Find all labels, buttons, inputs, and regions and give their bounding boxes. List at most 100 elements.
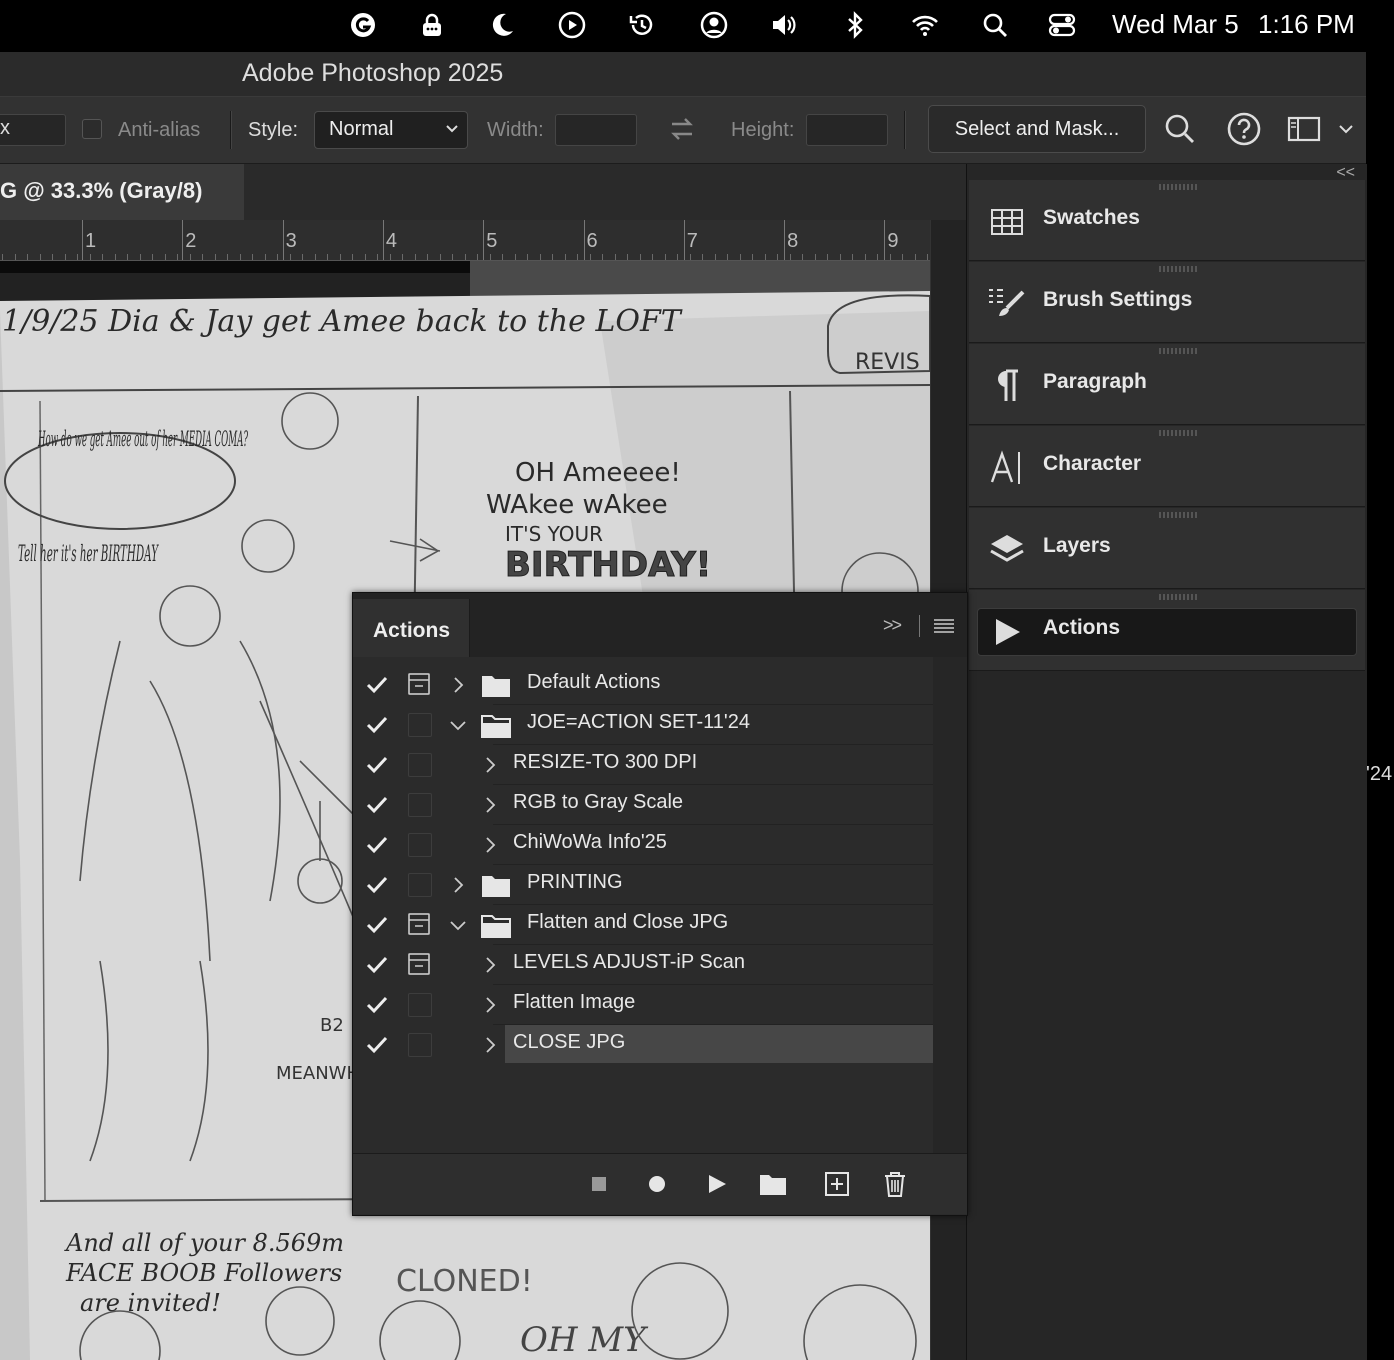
dialog-toggle-empty[interactable] [408,1033,432,1057]
action-row[interactable]: ChiWoWa Info'25 [353,825,933,865]
search-icon[interactable] [978,8,1012,42]
chevron-down-icon[interactable] [1328,109,1364,149]
volume-icon[interactable] [767,8,801,42]
checkmark-icon[interactable] [365,913,389,937]
expand-panel-button[interactable]: >> [883,615,902,636]
chevron-down-icon[interactable] [447,914,469,936]
grip-handle[interactable] [1159,348,1199,354]
dialog-toggle-icon[interactable] [408,953,430,975]
dock-item-actions[interactable]: Actions [969,590,1365,671]
help-icon[interactable] [1224,109,1264,149]
stop-icon[interactable] [579,1164,619,1204]
wifi-icon[interactable] [908,8,942,42]
checkmark-icon[interactable] [365,953,389,977]
actions-scrollbar[interactable] [933,657,967,1153]
chevron-right-icon[interactable] [479,834,501,856]
ruler-minor-tick [14,254,16,260]
action-row[interactable]: Flatten Image [353,985,933,1025]
dialog-toggle-empty[interactable] [408,753,432,777]
document-tab[interactable]: G @ 33.3% (Gray/8) [0,164,244,220]
antialias-checkbox[interactable] [82,119,102,139]
ruler-minor-tick [52,254,53,260]
panel-menu-icon[interactable] [933,619,955,633]
grip-handle[interactable] [1159,512,1199,518]
select-and-mask-button[interactable]: Select and Mask... [928,105,1146,153]
chevron-right-icon[interactable] [447,874,469,896]
chevron-right-icon[interactable] [479,954,501,976]
password-lock-icon[interactable] [415,8,449,42]
checkmark-icon[interactable] [365,673,389,697]
user-circle-icon[interactable] [697,8,731,42]
checkmark-icon[interactable] [365,993,389,1017]
checkmark-icon[interactable] [365,713,389,737]
dock-item-paragraph[interactable]: Paragraph [969,344,1365,425]
dialog-toggle-empty[interactable] [408,873,432,897]
action-row-selected[interactable]: CLOSE JPG [353,1025,933,1065]
style-select[interactable]: Normal [314,111,468,149]
ruler-minor-tick [477,254,478,260]
chevron-right-icon[interactable] [479,794,501,816]
width-input[interactable] [555,114,637,146]
action-row[interactable]: Default Actions [353,665,933,705]
dialog-toggle-empty[interactable] [408,993,432,1017]
ruler-minor-tick [114,254,116,260]
checkmark-icon[interactable] [365,753,389,777]
record-icon[interactable] [637,1164,677,1204]
dialog-toggle-icon[interactable] [408,673,430,695]
menubar-time[interactable]: 1:16 PM [1258,8,1355,40]
chevron-right-icon[interactable] [447,674,469,696]
dialog-toggle-empty[interactable] [408,713,432,737]
height-input[interactable] [806,114,888,146]
action-row[interactable]: Flatten and Close JPG [353,905,933,945]
bluetooth-icon[interactable] [838,8,872,42]
dock-item-character[interactable]: Character [969,426,1365,507]
action-row[interactable]: RGB to Gray Scale [353,785,933,825]
new-set-folder-icon[interactable] [753,1164,793,1204]
dock-item-label: Swatches [1043,206,1140,229]
swatches-grid-icon [987,202,1027,242]
checkmark-icon[interactable] [365,833,389,857]
grip-handle[interactable] [1159,266,1199,272]
moon-icon[interactable] [485,8,519,42]
ruler-minor-tick [489,254,491,260]
dock-item-swatches[interactable]: Swatches [969,180,1365,261]
ruler-minor-tick [552,254,553,260]
grammarly-icon[interactable] [346,8,380,42]
dock-item-layers[interactable]: Layers [969,508,1365,589]
action-row[interactable]: JOE=ACTION SET-11'24 [353,705,933,745]
horizontal-ruler[interactable]: 1 2 3 4 5 6 7 8 9 [0,220,930,261]
ruler-tick [583,220,585,260]
checkmark-icon[interactable] [365,793,389,817]
grip-handle[interactable] [1159,594,1199,600]
trash-icon[interactable] [875,1164,915,1204]
grip-handle[interactable] [1159,430,1199,436]
action-name: Flatten and Close JPG [527,911,729,933]
ruler-minor-tick [877,254,878,260]
title-bar[interactable]: Adobe Photoshop 2025 [0,52,1366,97]
dialog-toggle-icon[interactable] [408,913,430,935]
play-icon[interactable] [697,1164,737,1204]
play-circle-icon[interactable] [555,8,589,42]
checkmark-icon[interactable] [365,1033,389,1057]
control-center-icon[interactable] [1045,8,1079,42]
grip-handle[interactable] [1159,184,1199,190]
checkmark-icon[interactable] [365,873,389,897]
search-icon[interactable] [1160,109,1200,149]
chevron-right-icon[interactable] [479,994,501,1016]
time-machine-icon[interactable] [625,8,659,42]
action-row[interactable]: PRINTING [353,865,933,905]
chevron-down-icon[interactable] [447,714,469,736]
tab-actions[interactable]: Actions [353,599,470,657]
workspace-icon[interactable] [1284,109,1324,149]
action-row[interactable]: LEVELS ADJUST-iP Scan [353,945,933,985]
new-action-icon[interactable] [817,1164,857,1204]
chevron-right-icon[interactable] [479,1034,501,1056]
actions-panel-header[interactable]: Actions >> [353,593,967,657]
swap-icon[interactable] [662,109,702,149]
chevron-right-icon[interactable] [479,754,501,776]
dialog-toggle-empty[interactable] [408,833,432,857]
menubar-date[interactable]: Wed Mar 5 [1112,8,1239,40]
dock-item-brush-settings[interactable]: Brush Settings [969,262,1365,343]
action-row[interactable]: RESIZE-TO 300 DPI [353,745,933,785]
dialog-toggle-empty[interactable] [408,793,432,817]
